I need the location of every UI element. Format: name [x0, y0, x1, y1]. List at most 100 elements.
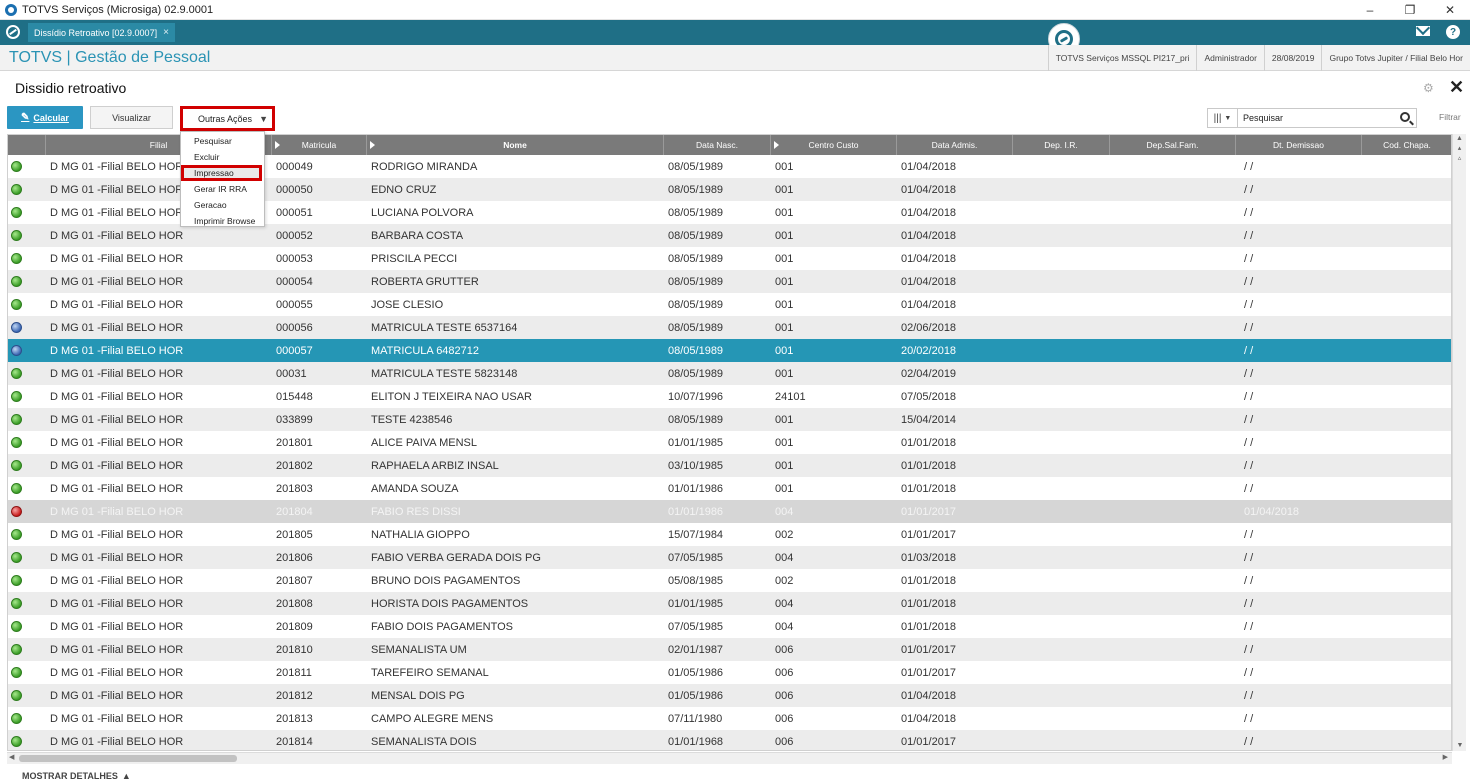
cell-dt-demissao: / /	[1244, 712, 1254, 725]
scroll-left-icon[interactable]: ◀	[9, 753, 14, 761]
table-row[interactable]: D MG 01 -Filial BELO HOR 201814 SEMANALIST…	[8, 730, 1451, 750]
cell-filial: D MG 01 -Filial BELO HOR	[50, 735, 184, 748]
restore-button[interactable]: ❐	[1390, 0, 1430, 20]
table-row[interactable]: D MG 01 -Filial BELO HOR 000056 MATRICULA …	[8, 316, 1451, 339]
table-row[interactable]: D MG 01 -Filial BELO HOR 033899 TESTE 4238…	[8, 408, 1451, 431]
column-header-3[interactable]: Nome	[367, 135, 664, 155]
close-window-button[interactable]: ✕	[1430, 0, 1470, 20]
table-row[interactable]: D MG 01 -Filial BELO HOR 201808 HORISTA DO…	[8, 592, 1451, 615]
cell-dep-sal-fam	[1110, 247, 1236, 270]
cell-dt-demissao: / /	[1244, 551, 1254, 564]
table-row[interactable]: D MG 01 -Filial BELO HOR 000057 MATRICULA …	[8, 339, 1451, 362]
table-row[interactable]: D MG 01 -Filial BELO HOR 201811 TAREFEIRO …	[8, 661, 1451, 684]
minimize-button[interactable]: –	[1350, 0, 1390, 20]
horizontal-scrollbar[interactable]: ◀ ▶	[7, 752, 1452, 764]
table-row[interactable]: D MG 01 -Filial BELO HOR 201807 BRUNO DOIS…	[8, 569, 1451, 592]
cell-dep-sal-fam	[1110, 431, 1236, 454]
search-input[interactable]: Pesquisar	[1238, 108, 1417, 128]
cell-centro-custo: 24101	[775, 390, 806, 403]
filtrar-link[interactable]: Filtrar	[1439, 112, 1461, 122]
cell-dep-sal-fam	[1110, 339, 1236, 362]
mail-icon[interactable]	[1416, 26, 1430, 36]
cell-dep-sal-fam	[1110, 408, 1236, 431]
column-header-label: Centro Custo	[808, 140, 859, 150]
column-header-0[interactable]	[8, 135, 46, 155]
table-row[interactable]: D MG 01 -Filial BELO HOR 000053 PRISCILA P…	[8, 247, 1451, 270]
column-header-9[interactable]: Dt. Demissao	[1236, 135, 1362, 155]
scroll-down-icon[interactable]: ▼	[1453, 741, 1467, 751]
scroll-up-icon[interactable]: ▴	[1453, 144, 1466, 154]
scroll-page-up-icon[interactable]: ▵	[1453, 154, 1466, 164]
table-row[interactable]: D MG 01 -Filial BELO HOR 201809 FABIO DOIS…	[8, 615, 1451, 638]
gear-icon[interactable]: ⚙	[1423, 81, 1434, 95]
mostrar-detalhes-toggle[interactable]: MOSTRAR DETALHES ▲	[22, 768, 131, 784]
column-header-4[interactable]: Data Nasc.	[664, 135, 771, 155]
column-header-2[interactable]: Matricula	[272, 135, 367, 155]
status-green-icon	[11, 690, 22, 701]
vertical-scrollbar[interactable]: ▲ ▴ ▵ ▼	[1452, 134, 1466, 751]
cell-nome: SEMANALISTA DOIS	[371, 735, 477, 748]
table-row[interactable]: D MG 01 -Filial BELO HOR 000054 ROBERTA GR…	[8, 270, 1451, 293]
scroll-top-icon[interactable]: ▲	[1453, 134, 1466, 144]
close-page-icon[interactable]: ✕	[1449, 77, 1464, 98]
cell-cod-chapa	[1362, 638, 1451, 661]
cell-nome: AMANDA SOUZA	[371, 482, 459, 495]
cell-dep-sal-fam	[1110, 477, 1236, 500]
cell-centro-custo: 001	[775, 459, 794, 472]
menu-item-gerar-ir-rra[interactable]: Gerar IR RRA	[181, 181, 264, 197]
cell-cod-chapa	[1362, 500, 1451, 523]
search-icon[interactable]	[1400, 112, 1410, 122]
column-header-5[interactable]: Centro Custo	[771, 135, 897, 155]
status-green-icon	[11, 713, 22, 724]
menu-item-impressao[interactable]: Impressao	[181, 165, 262, 181]
table-row[interactable]: D MG 01 -Filial BELO HOR 201803 AMANDA SOU…	[8, 477, 1451, 500]
table-row[interactable]: D MG 01 -Filial BELO HOR 201802 RAPHAELA A…	[8, 454, 1451, 477]
table-row[interactable]: D MG 01 -Filial BELO HOR 201812 MENSAL DOI…	[8, 684, 1451, 707]
home-icon[interactable]	[6, 25, 20, 39]
cell-dep-ir	[1013, 224, 1110, 247]
cell-data-nasc: 01/01/1985	[668, 597, 724, 610]
cell-matricula: 201810	[276, 643, 313, 656]
cell-matricula: 201813	[276, 712, 313, 725]
app-title: TOTVS | Gestão de Pessoal	[9, 49, 211, 66]
tab-dissidio-retroativo[interactable]: Dissídio Retroativo [02.9.0007] ×	[28, 23, 175, 42]
menu-item-pesquisar[interactable]: Pesquisar	[181, 133, 264, 149]
table-row[interactable]: D MG 01 -Filial BELO HOR 201804 FABIO RES …	[8, 500, 1451, 523]
calcular-button[interactable]: ✎ Calcular	[7, 106, 83, 129]
table-row[interactable]: D MG 01 -Filial BELO HOR 015448 ELITON J T…	[8, 385, 1451, 408]
column-header-6[interactable]: Data Admis.	[897, 135, 1013, 155]
cell-cod-chapa	[1362, 408, 1451, 431]
scroll-right-icon[interactable]: ▶	[1443, 753, 1448, 761]
cell-dep-ir	[1013, 569, 1110, 592]
menu-item-excluir[interactable]: Excluir	[181, 149, 264, 165]
table-row[interactable]: D MG 01 -Filial BELO HOR 201806 FABIO VERB…	[8, 546, 1451, 569]
table-row[interactable]: D MG 01 -Filial BELO HOR 000055 JOSE CLESI…	[8, 293, 1451, 316]
column-header-8[interactable]: Dep.Sal.Fam.	[1110, 135, 1236, 155]
visualizar-button[interactable]: Visualizar	[90, 106, 173, 129]
tab-close-icon[interactable]: ×	[163, 27, 169, 38]
cell-status	[8, 155, 46, 178]
cell-matricula: 000055	[276, 298, 313, 311]
column-selector-button[interactable]: ||| ▼	[1207, 108, 1238, 128]
cell-status	[8, 293, 46, 316]
table-row[interactable]: D MG 01 -Filial BELO HOR 00031 MATRICULA T…	[8, 362, 1451, 385]
help-icon[interactable]: ?	[1446, 25, 1460, 39]
menu-item-geracao[interactable]: Geracao	[181, 197, 264, 213]
table-row[interactable]: D MG 01 -Filial BELO HOR 201813 CAMPO ALEG…	[8, 707, 1451, 730]
cell-filial: D MG 01 -Filial BELO HOR	[50, 643, 184, 656]
table-row[interactable]: D MG 01 -Filial BELO HOR 201805 NATHALIA G…	[8, 523, 1451, 546]
table-row[interactable]: D MG 01 -Filial BELO HOR 201810 SEMANALIST…	[8, 638, 1451, 661]
outras-acoes-button[interactable]: Outras Ações ▼	[180, 106, 275, 131]
menu-item-imprimir-browse[interactable]: Imprimir Browse	[181, 213, 264, 229]
status-green-icon	[11, 207, 22, 218]
cell-centro-custo: 004	[775, 505, 794, 518]
horizontal-scroll-thumb[interactable]	[19, 755, 237, 762]
column-header-7[interactable]: Dep. I.R.	[1013, 135, 1110, 155]
column-header-10[interactable]: Cod. Chapa.	[1362, 135, 1451, 155]
cell-filial: D MG 01 -Filial BELO HOR	[50, 344, 184, 357]
table-row[interactable]: D MG 01 -Filial BELO HOR 201801 ALICE PAIV…	[8, 431, 1451, 454]
status-blue-icon	[11, 345, 22, 356]
column-header-label: Nome	[503, 140, 527, 150]
cell-matricula: 201807	[276, 574, 313, 587]
cell-nome: RAPHAELA ARBIZ INSAL	[371, 459, 499, 472]
